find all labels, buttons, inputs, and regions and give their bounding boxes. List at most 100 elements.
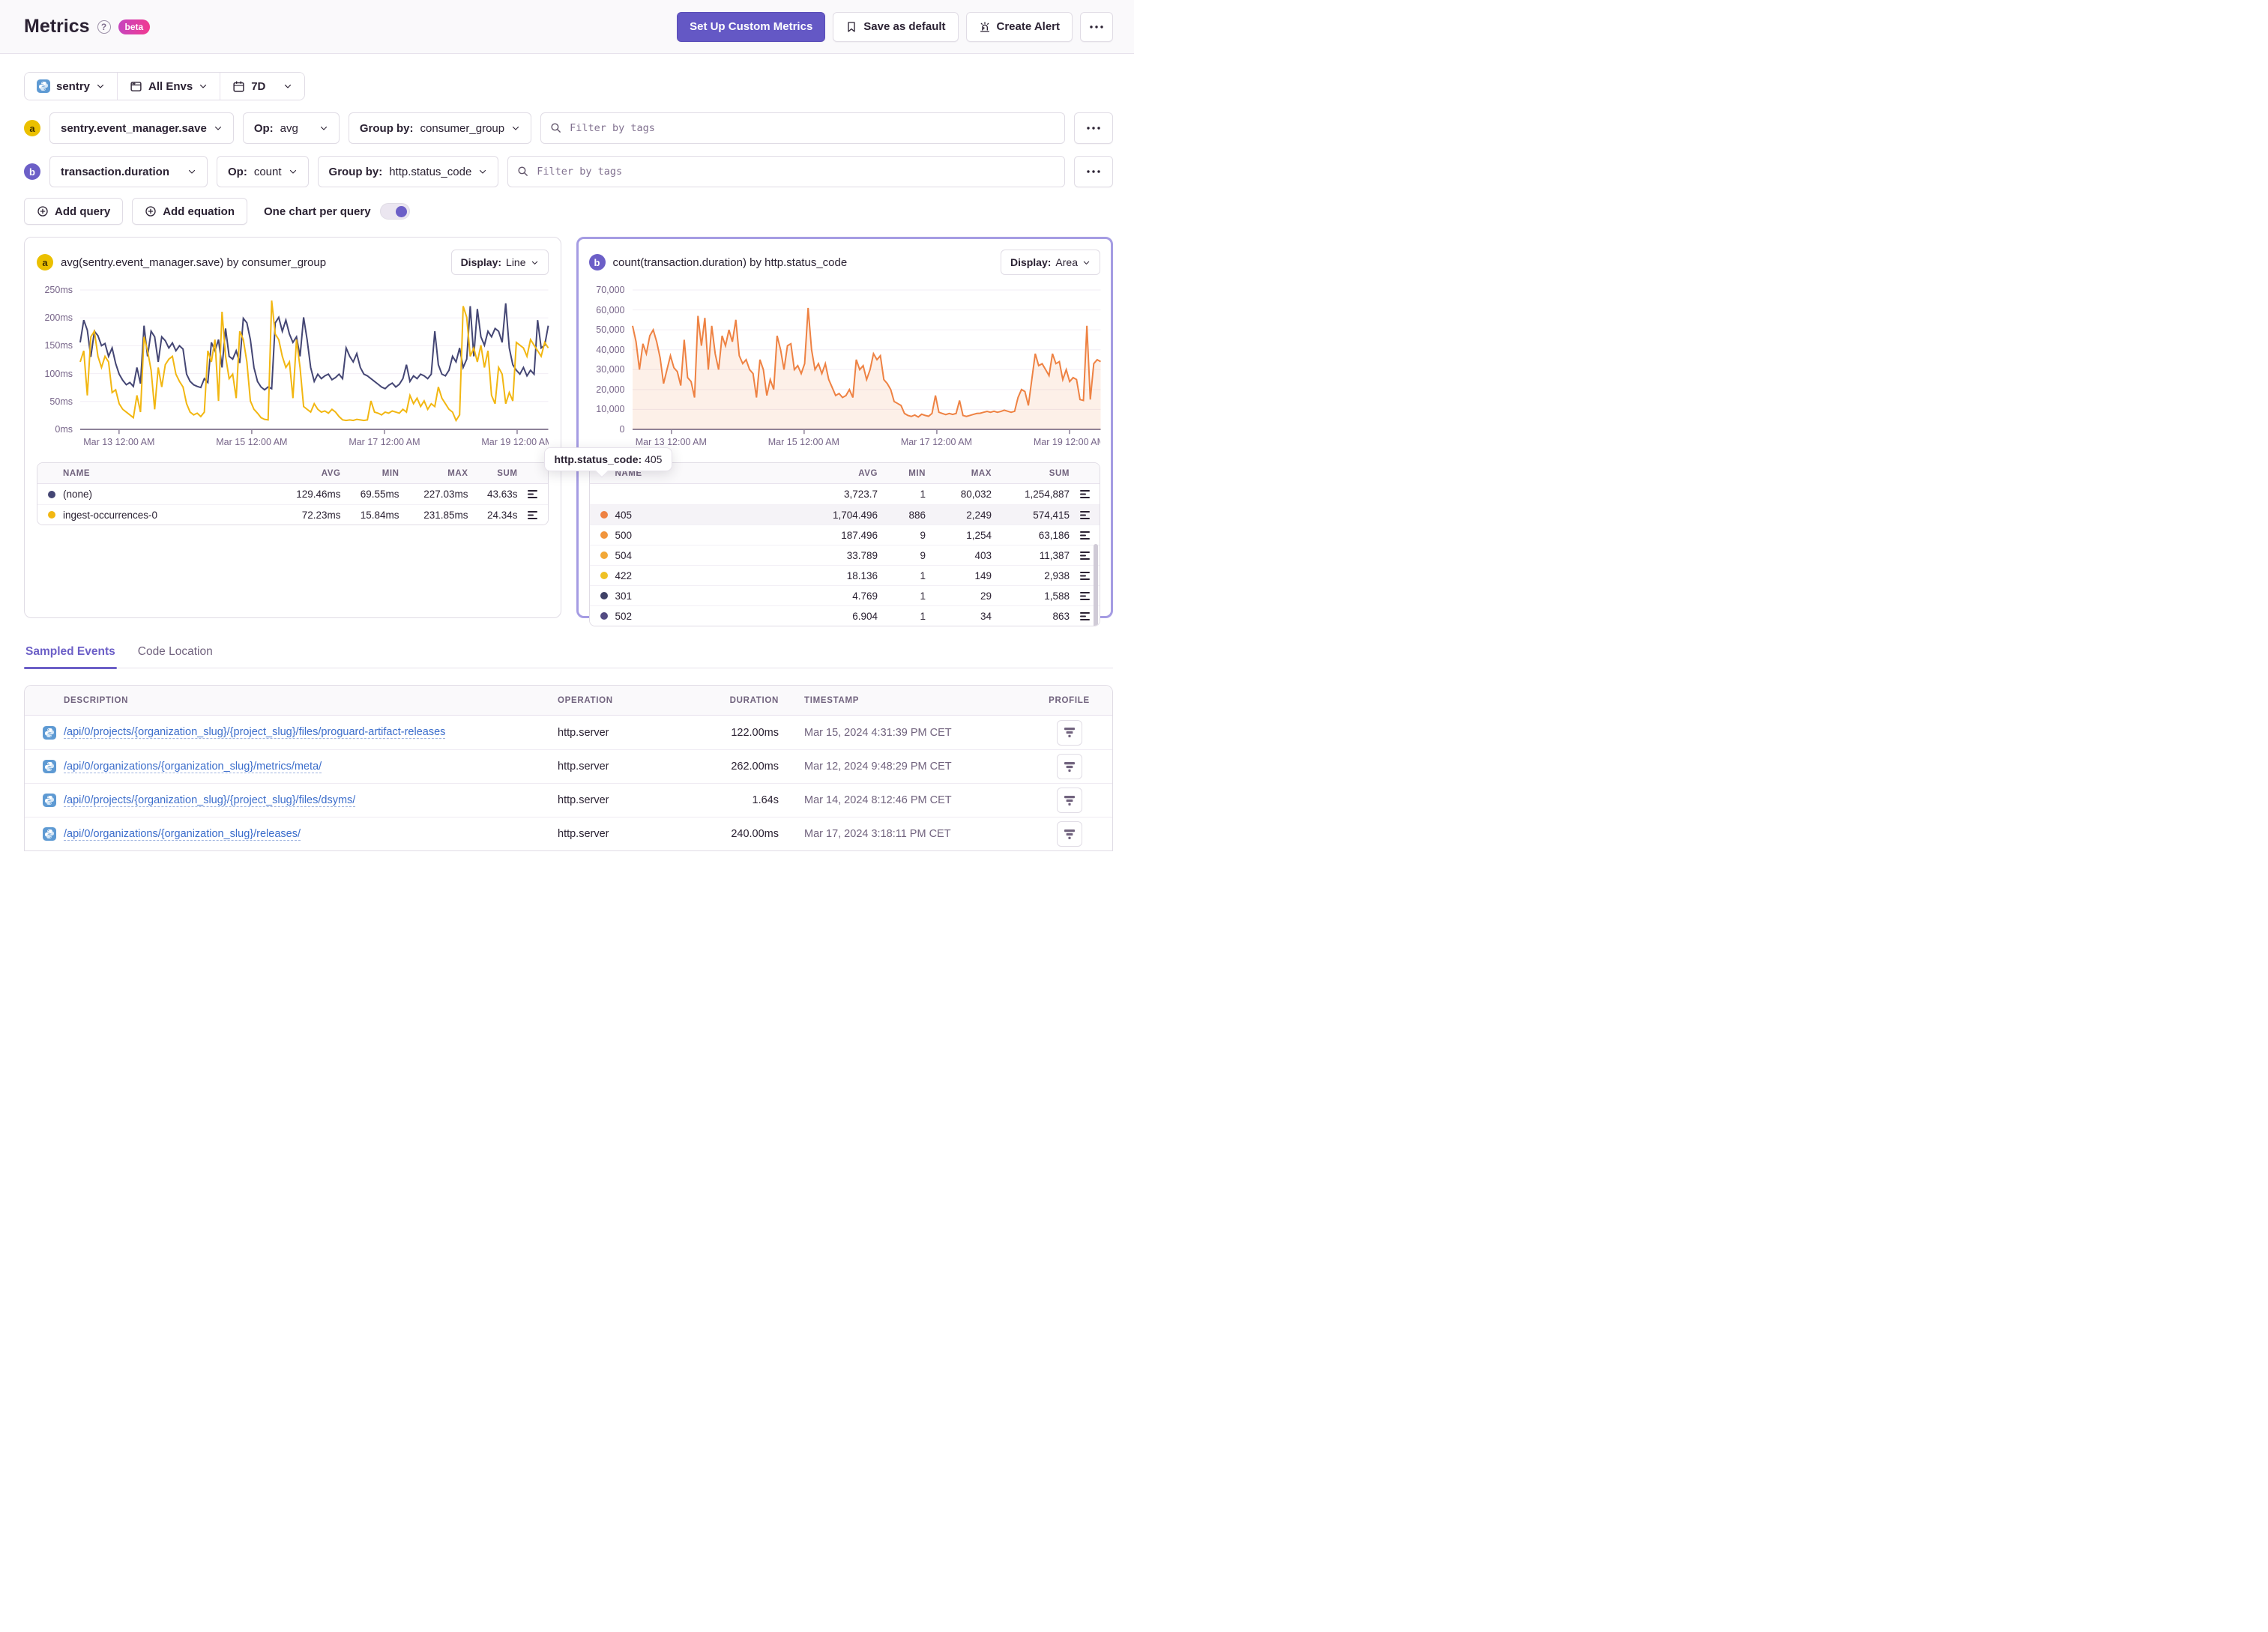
python-icon — [43, 827, 56, 841]
avg-value: 3,723.7 — [843, 489, 878, 500]
chart-badge-b: b — [588, 254, 606, 271]
metric-select[interactable]: transaction.duration — [49, 156, 208, 187]
min-value: 15.84ms — [360, 509, 399, 521]
query-badge-b: b — [24, 163, 40, 180]
query-badge-a: a — [24, 120, 40, 136]
display-select[interactable]: Display: Area — [1000, 250, 1100, 275]
chart-title: avg(sentry.event_manager.save) by consum… — [61, 256, 327, 269]
display-select[interactable]: Display: Line — [450, 250, 549, 275]
chart-plot[interactable] — [633, 290, 1101, 429]
legend-row[interactable]: 502 6.904 1 34 863 — [589, 605, 1100, 626]
y-tick-label: 200ms — [44, 312, 73, 324]
y-tick-label: 30,000 — [596, 364, 625, 375]
series-focus-button[interactable] — [1078, 569, 1092, 582]
max-value: 149 — [974, 569, 992, 581]
series-legend-table: NAME AVG MIN MAX SUM 3,723.7 1 80,032 1,254,887… — [588, 462, 1100, 626]
date-range-select[interactable]: 7D — [220, 73, 305, 100]
event-description-link[interactable]: /api/0/organizations/{organization_slug}… — [64, 761, 322, 773]
y-tick-label: 50ms — [49, 396, 73, 407]
one-chart-per-query-label: One chart per query — [264, 205, 371, 218]
x-tick-label: Mar 13 12:00 AM — [83, 437, 155, 447]
sum-value: 2,938 — [1044, 569, 1070, 581]
tab-code-location[interactable]: Code Location — [136, 645, 214, 668]
series-focus-button[interactable] — [1078, 529, 1092, 542]
query-more-button[interactable] — [1074, 112, 1113, 144]
operation-cell: http.server — [558, 828, 609, 840]
series-focus-button[interactable] — [1078, 509, 1092, 522]
legend-row[interactable]: 422 18.136 1 149 2,938 — [589, 565, 1100, 585]
operation-cell: http.server — [558, 794, 609, 806]
timestamp-cell: Mar 14, 2024 8:12:46 PM CET — [804, 794, 952, 806]
environment-select[interactable]: All Envs — [117, 73, 220, 100]
min-value: 1 — [920, 569, 926, 581]
legend-scrollbar[interactable] — [1094, 544, 1098, 626]
series-focus-button[interactable] — [1078, 590, 1092, 602]
event-description-link[interactable]: /api/0/organizations/{organization_slug}… — [64, 828, 301, 841]
min-value: 1 — [920, 590, 926, 602]
profile-button[interactable] — [1056, 821, 1082, 847]
profile-button[interactable] — [1056, 754, 1082, 779]
ellipsis-icon — [1087, 127, 1100, 130]
series-color-dot — [48, 511, 55, 519]
op-select[interactable]: Op: count — [217, 156, 309, 187]
series-focus-button[interactable] — [525, 488, 540, 501]
setup-custom-metrics-button[interactable]: Set Up Custom Metrics — [677, 11, 826, 42]
tag-filter-input[interactable] — [507, 156, 1065, 187]
query-more-button[interactable] — [1074, 156, 1113, 187]
legend-column-header: MAX — [447, 468, 468, 478]
chevron-down-icon — [1082, 259, 1091, 267]
operation-cell: http.server — [558, 726, 609, 739]
legend-row[interactable]: (none) 129.46ms 69.55ms 227.03ms 43.63s — [37, 484, 548, 504]
profile-button[interactable] — [1056, 719, 1082, 746]
profile-button[interactable] — [1056, 788, 1082, 813]
chart-plot[interactable] — [80, 290, 549, 429]
project-select[interactable]: sentry — [25, 73, 118, 100]
timestamp-cell: Mar 12, 2024 9:48:29 PM CET — [804, 761, 952, 773]
series-focus-button[interactable] — [525, 509, 540, 522]
y-tick-label: 60,000 — [596, 304, 625, 315]
add-query-button[interactable]: Add query — [24, 198, 124, 225]
y-tick-label: 20,000 — [596, 384, 625, 395]
chart-panel-b[interactable]: b count(transaction.duration) by http.st… — [543, 237, 1113, 626]
chart-title: count(transaction.duration) by http.stat… — [612, 256, 848, 269]
series-name: (none) — [37, 489, 274, 500]
groupby-select[interactable]: Group by: http.status_code — [317, 156, 499, 187]
legend-header: NAME AVG MIN MAX SUM — [37, 463, 548, 484]
series-focus-button[interactable] — [1078, 488, 1092, 501]
x-tick-label: Mar 15 12:00 AM — [767, 437, 839, 447]
legend-row[interactable]: 504 33.789 9 403 11,387 — [589, 545, 1100, 565]
groupby-select[interactable]: Group by: consumer_group — [348, 112, 532, 144]
op-select[interactable]: Op: avg — [242, 112, 340, 144]
python-icon — [43, 725, 56, 740]
sum-value: 1,254,887 — [1024, 489, 1070, 500]
metric-select[interactable]: sentry.event_manager.save — [49, 112, 234, 144]
bookmark-icon — [845, 21, 857, 33]
chevron-down-icon — [289, 167, 298, 176]
create-alert-button[interactable]: Create Alert — [965, 11, 1073, 42]
tag-filter-input[interactable] — [540, 112, 1065, 144]
legend-row[interactable]: 405 1,704.496 886 2,249 574,415 — [589, 504, 1100, 525]
tab-sampled-events[interactable]: Sampled Events — [24, 645, 117, 669]
y-tick-label: 40,000 — [596, 344, 625, 355]
event-description-link[interactable]: /api/0/projects/{organization_slug}/{pro… — [64, 794, 356, 807]
legend-row[interactable]: ingest-occurrences-0 72.23ms 15.84ms 231.85… — [37, 504, 548, 525]
series-focus-button[interactable] — [1078, 549, 1092, 562]
table-row: /api/0/projects/{organization_slug}/{pro… — [25, 716, 1112, 749]
help-icon[interactable]: ? — [97, 19, 111, 34]
legend-row[interactable]: 301 4.769 1 29 1,588 — [589, 585, 1100, 605]
series-name: 301 — [590, 590, 796, 602]
add-equation-button[interactable]: Add equation — [132, 198, 248, 225]
chevron-down-icon — [214, 124, 223, 133]
operation-cell: http.server — [558, 761, 609, 773]
save-as-default-button[interactable]: Save as default — [833, 11, 959, 42]
toggle-knob — [395, 205, 407, 217]
header-more-button[interactable] — [1080, 11, 1113, 42]
events-table-header: DESCRIPTION OPERATION DURATION TIMESTAMP… — [25, 686, 1112, 716]
legend-row[interactable]: 3,723.7 1 80,032 1,254,887 — [589, 484, 1100, 504]
one-chart-per-query-toggle[interactable] — [379, 203, 410, 220]
event-description-link[interactable]: /api/0/projects/{organization_slug}/{pro… — [64, 726, 446, 739]
series-focus-button[interactable] — [1078, 610, 1092, 623]
avg-value: 33.789 — [846, 549, 878, 561]
chart-panel-a[interactable]: a avg(sentry.event_manager.save) by cons… — [24, 237, 561, 618]
legend-row[interactable]: 500 187.496 9 1,254 63,186 — [589, 525, 1100, 545]
